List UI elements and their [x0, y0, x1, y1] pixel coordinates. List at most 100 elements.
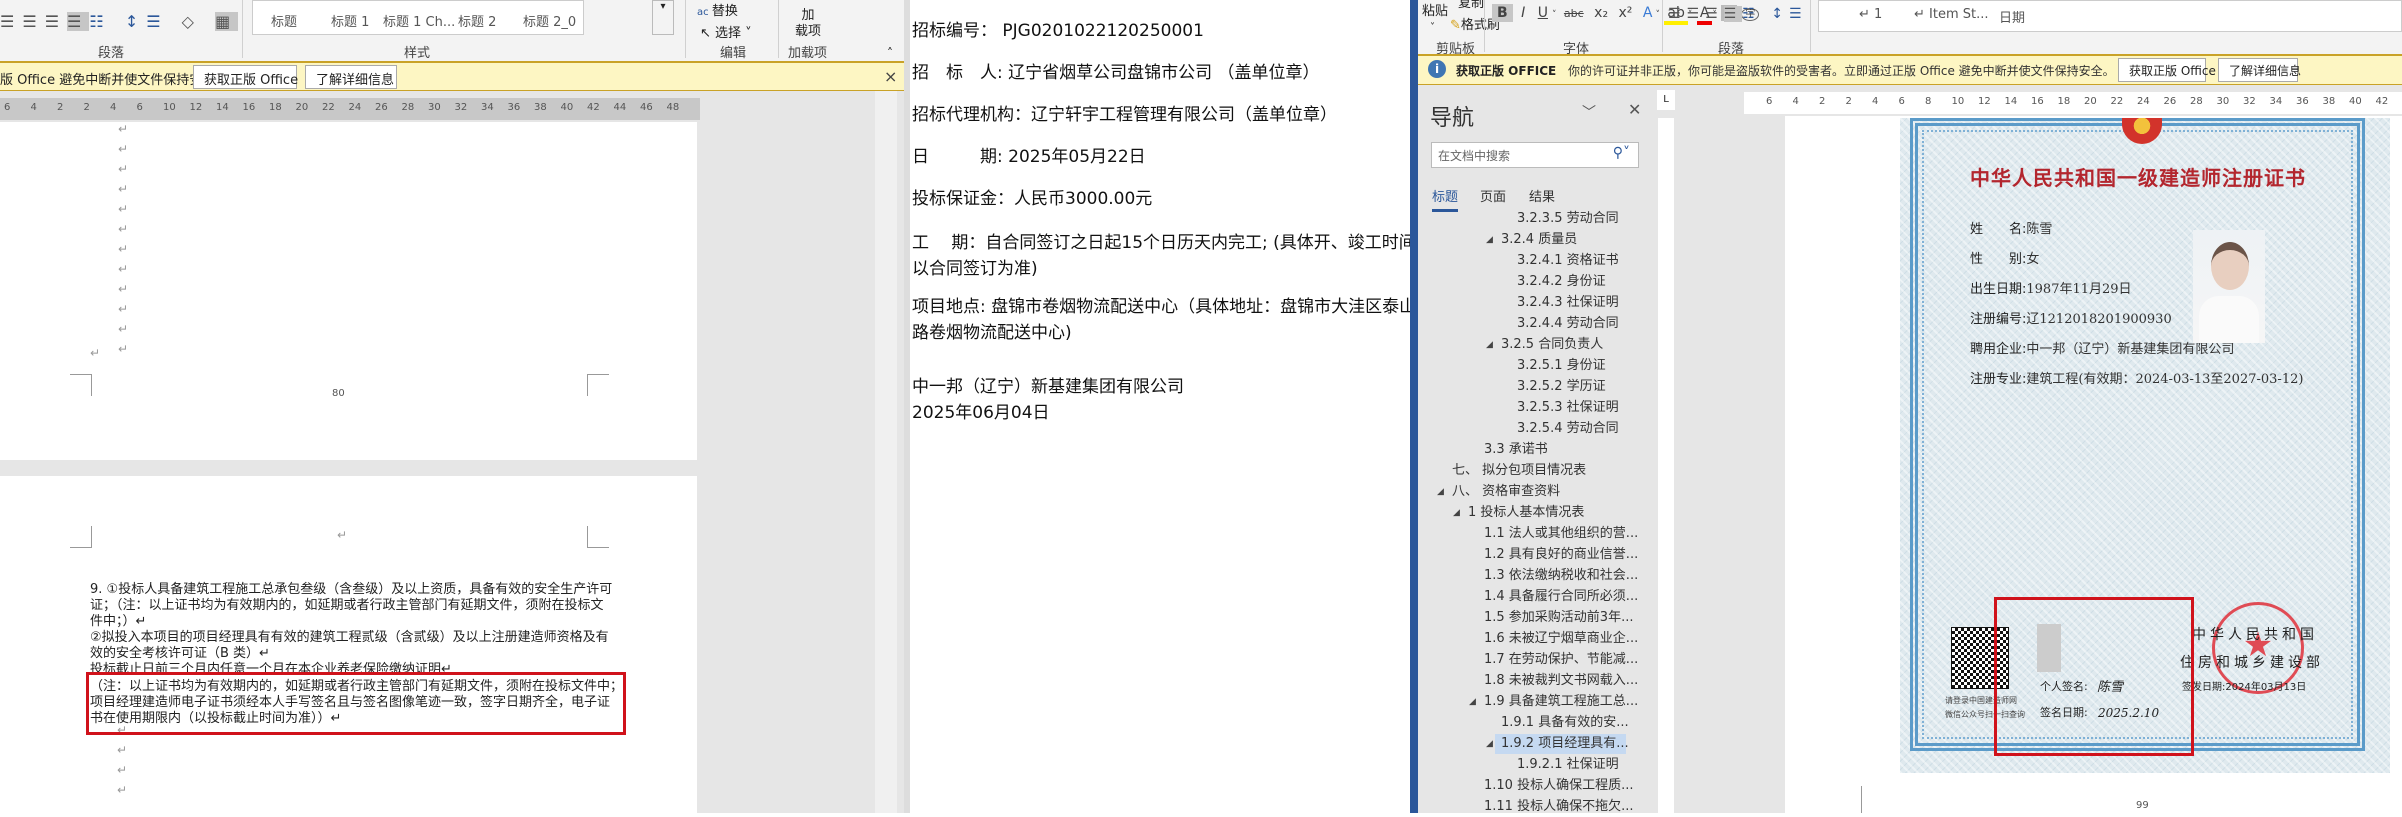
- nav-item[interactable]: 1.11 投标人确保不拖欠...: [1484, 797, 1633, 817]
- nav-item[interactable]: 3.2.3.5 劳动合同: [1517, 209, 1619, 229]
- brush-icon: ✎: [1450, 18, 1461, 33]
- nav-item[interactable]: 1.8 未被裁判文书网载入...: [1484, 671, 1638, 691]
- nav-item[interactable]: 1.10 投标人确保工程质...: [1484, 776, 1633, 796]
- nav-item[interactable]: 1.9.2 项目经理具有...: [1501, 734, 1629, 754]
- holder-photo: [2193, 230, 2265, 343]
- copy-button[interactable]: 复制: [1458, 0, 1484, 11]
- nav-item[interactable]: 3.3 承诺书: [1484, 440, 1548, 460]
- style-item-st[interactable]: ↵ Item St...: [1914, 7, 1989, 22]
- nav-close-icon[interactable]: ✕: [1628, 100, 1641, 119]
- nav-item[interactable]: 1.9 具备建筑工程施工总...: [1484, 692, 1638, 712]
- style-1[interactable]: ↵ 1: [1859, 7, 1882, 22]
- date: 日 期: 2025年05月22日: [912, 147, 1146, 167]
- get-office-button-right[interactable]: 获取正版 Office: [2118, 58, 2216, 82]
- nav-item[interactable]: 3.2.5.2 学历证: [1517, 377, 1606, 397]
- underline-button[interactable]: U: [1534, 5, 1552, 21]
- search-icon[interactable]: ⚲˅: [1613, 145, 1630, 161]
- borders-icon[interactable]: ▦: [215, 12, 239, 31]
- shading-icon[interactable]: ◇: [182, 12, 202, 31]
- nav-item[interactable]: 1.5 参加采购活动前3年...: [1484, 608, 1633, 628]
- expand-triangle-icon[interactable]: ◢: [1453, 508, 1460, 518]
- learn-more-button[interactable]: 了解详细信息: [305, 65, 397, 89]
- nav-item[interactable]: 1.3 依法缴纳税收和社会...: [1484, 566, 1638, 586]
- style-heading-1-ch[interactable]: 标题 1 Ch...: [383, 11, 455, 30]
- styles-more-icon[interactable]: ▾: [652, 0, 674, 35]
- nav-item[interactable]: 1.6 未被辽宁烟草商业企...: [1484, 629, 1638, 649]
- get-office-button[interactable]: 获取正版 Office: [193, 65, 298, 89]
- expand-triangle-icon[interactable]: ◢: [1486, 739, 1493, 749]
- ruler-tick-label: 4: [30, 102, 37, 113]
- nav-item[interactable]: 3.2.5.1 身份证: [1517, 356, 1606, 376]
- cursor-icon: ↖: [700, 26, 716, 41]
- text-effects-button[interactable]: A: [1640, 5, 1656, 21]
- ruler-tick-label: 10: [163, 102, 176, 113]
- expand-triangle-icon[interactable]: ◢: [1486, 340, 1493, 350]
- style-title[interactable]: 标题: [271, 11, 297, 30]
- infobar-message-right: 你的许可证并非正版，你可能是盗版软件的受害者。立即通过正版 Office 避免中…: [1568, 64, 2115, 78]
- nav-item[interactable]: 3.2.5.3 社保证明: [1517, 398, 1619, 418]
- nav-item[interactable]: 1.7 在劳动保护、节能减...: [1484, 650, 1638, 670]
- style-heading-1[interactable]: 标题 1: [331, 11, 369, 30]
- nav-item[interactable]: 1.9.2.1 社保证明: [1517, 755, 1619, 775]
- nav-item[interactable]: 3.2.4 质量员: [1501, 230, 1577, 250]
- certificate-title: 中华人民共和国一级建造师注册证书: [1970, 166, 2306, 190]
- nav-item[interactable]: 3.2.4.3 社保证明: [1517, 293, 1619, 313]
- nav-item[interactable]: 1.9.1 具备有效的安...: [1501, 713, 1629, 733]
- close-infobar-icon[interactable]: ×: [884, 67, 897, 86]
- ruler-tick-label: 30: [2216, 96, 2230, 107]
- collapse-ribbon-icon[interactable]: ˄: [887, 46, 893, 60]
- ruler-tick-label: 24: [348, 102, 362, 113]
- replace-button[interactable]: ac 替换: [697, 0, 738, 19]
- nav-item[interactable]: 3.2.5 合同负责人: [1501, 335, 1603, 355]
- nav-search-input[interactable]: 在文档中搜索 ⚲˅: [1431, 142, 1639, 168]
- nav-item[interactable]: 3.2.4.2 身份证: [1517, 272, 1606, 292]
- nav-options-icon[interactable]: ﹀: [1582, 102, 1596, 122]
- nav-tab-results[interactable]: 结果: [1529, 186, 1555, 205]
- learn-more-button-right[interactable]: 了解详细信息: [2218, 58, 2301, 82]
- ruler-tick-label: 40: [560, 102, 574, 113]
- align-left-icon[interactable]: ☰: [0, 12, 22, 31]
- paste-button[interactable]: 粘贴 ˅: [1422, 0, 1448, 34]
- distributed-icon[interactable]: ☷: [89, 12, 111, 31]
- justify-icon[interactable]: ☰: [67, 12, 90, 31]
- select-button[interactable]: ↖ 选择 ˅: [700, 22, 752, 41]
- expand-triangle-icon[interactable]: ◢: [1469, 697, 1476, 707]
- italic-button[interactable]: I: [1517, 5, 1529, 21]
- ruler-tick-label: 2: [83, 102, 90, 113]
- align-right-icon[interactable]: ☰: [45, 12, 67, 31]
- nav-item[interactable]: 1.1 法人或其他组织的营...: [1484, 524, 1638, 544]
- expand-triangle-icon[interactable]: ◢: [1437, 487, 1444, 497]
- vertical-ruler[interactable]: [1658, 118, 1674, 813]
- nav-item[interactable]: 3.2.4.1 资格证书: [1517, 251, 1619, 271]
- align-center-icon[interactable]: ☰: [22, 12, 44, 31]
- superscript-button[interactable]: x²: [1616, 5, 1636, 21]
- nav-item[interactable]: 七、 拟分包项目情况表: [1452, 461, 1586, 481]
- nav-item[interactable]: 八、 资格审查资料: [1452, 482, 1560, 502]
- style-heading-2[interactable]: 标题 2: [458, 11, 496, 30]
- nav-item[interactable]: 1 投标人基本情况表: [1468, 503, 1584, 523]
- nav-item[interactable]: 1.2 具有良好的商业信誉...: [1484, 545, 1638, 565]
- ruler-tick-label: 16: [2031, 96, 2044, 107]
- nav-tab-headings[interactable]: 标题: [1432, 186, 1459, 212]
- company: 中一邦（辽宁）新基建集团有限公司: [912, 377, 1184, 397]
- left-horizontal-ruler[interactable]: 6 4 2 2 4 6 10 12 14 16 18 20 22 24 26 28 30 32 34 36 38 40 42…: [0, 98, 700, 120]
- tab-selector[interactable]: L: [1657, 90, 1675, 110]
- right-horizontal-ruler[interactable]: 6 4 2 2 4 6 8 10 12 14 16 18 20 22 24 26 28 30 32 34 36 38 40 4…: [1744, 92, 2402, 114]
- style-heading-2-0[interactable]: 标题 2_0: [523, 11, 576, 30]
- left-vertical-scrollbar[interactable]: [875, 91, 897, 813]
- style-date[interactable]: 日期: [1999, 7, 2025, 26]
- nav-tab-pages[interactable]: 页面: [1480, 186, 1506, 205]
- expand-triangle-icon[interactable]: ◢: [1486, 235, 1493, 245]
- info-icon: i: [1428, 60, 1446, 78]
- subscript-button[interactable]: x₂: [1591, 5, 1611, 21]
- nav-item[interactable]: 3.2.5.4 劳动合同: [1517, 419, 1619, 439]
- nav-item[interactable]: 1.4 具备履行合同所必须...: [1484, 587, 1638, 607]
- ruler-tick-label: 10: [1951, 96, 1965, 107]
- addins-button[interactable]: 加载项: [795, 8, 821, 40]
- infobar-title: 获取正版 OFFICE: [1456, 64, 1557, 78]
- bold-button[interactable]: B: [1492, 4, 1513, 22]
- strikethrough-button[interactable]: abc: [1561, 7, 1587, 20]
- duration: 工 期：自合同签订之日起15个日历天内完工; (具体开、竣工时间: [912, 233, 1416, 253]
- line-spacing-icon[interactable]: ↕☰: [125, 12, 169, 31]
- nav-item[interactable]: 3.2.4.4 劳动合同: [1517, 314, 1619, 334]
